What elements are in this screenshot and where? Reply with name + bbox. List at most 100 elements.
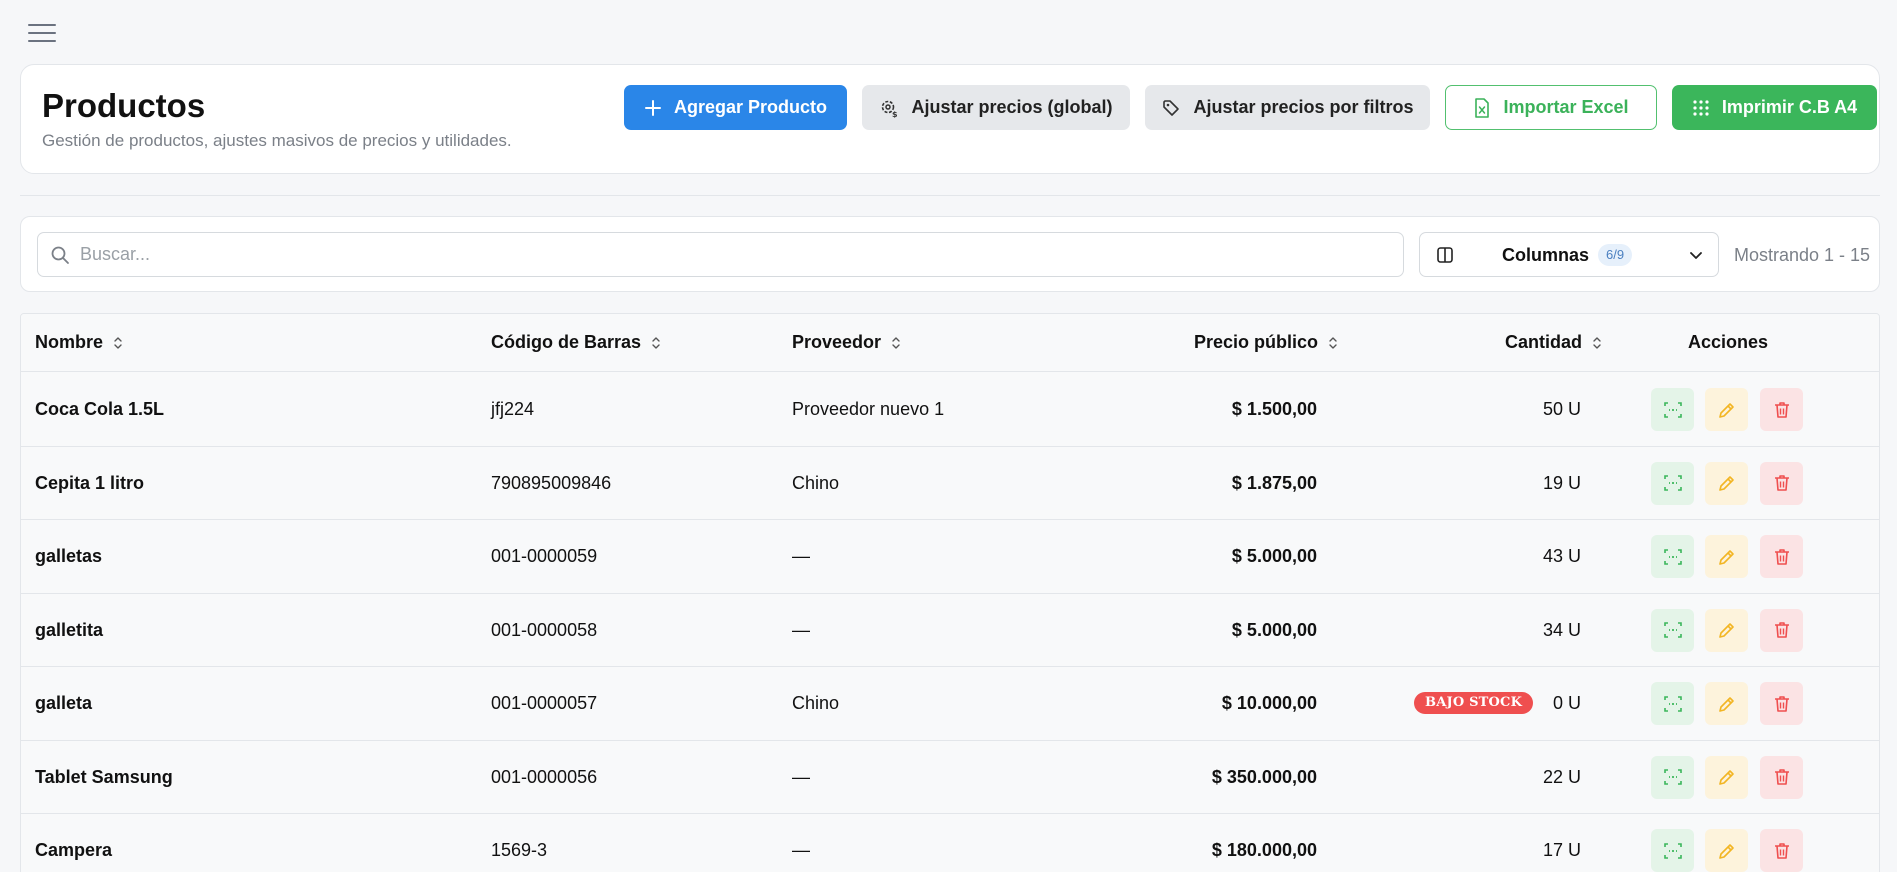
sort-icon: [1329, 336, 1337, 349]
product-quantity: 17 U: [1542, 840, 1581, 860]
print-barcodes-button[interactable]: Imprimir C.B A4: [1672, 85, 1877, 130]
barcode-button[interactable]: [1651, 682, 1694, 725]
page-header: Productos Gestión de productos, ajustes …: [20, 64, 1880, 174]
svg-text:$: $: [892, 110, 898, 118]
table-row: Tablet Samsung 001-0000056 — $ 350.000,00 22…: [21, 740, 1879, 814]
columns-count-badge: 6/9: [1598, 244, 1633, 266]
trash-icon: [1774, 842, 1789, 859]
columns-icon: [1437, 247, 1453, 263]
sort-icon: [892, 336, 900, 349]
plus-icon: [644, 99, 661, 116]
pencil-icon: [1718, 476, 1734, 491]
adjust-prices-filters-label: Ajustar precios por filtros: [1193, 97, 1414, 117]
add-product-button[interactable]: Agregar Producto: [624, 85, 847, 130]
column-header-quantity[interactable]: Cantidad: [1451, 332, 1602, 353]
column-header-label: Cantidad: [1504, 332, 1582, 352]
trash-icon: [1774, 548, 1789, 565]
page-subtitle: Gestión de productos, ajustes masivos de…: [42, 131, 512, 150]
column-header-barcode[interactable]: Código de Barras: [491, 332, 661, 353]
barcode-scan-icon: [1663, 842, 1682, 859]
barcode-button[interactable]: [1651, 755, 1694, 799]
column-header-price[interactable]: Precio público: [1151, 332, 1338, 353]
column-header-actions: Acciones: [1688, 332, 1768, 353]
column-header-provider[interactable]: Proveedor: [792, 332, 901, 353]
search-box[interactable]: [37, 232, 1404, 277]
delete-button[interactable]: [1760, 608, 1803, 652]
pencil-icon: [1718, 402, 1734, 418]
chevron-down-icon: [1690, 252, 1702, 259]
trash-icon: [1774, 695, 1789, 712]
product-provider: —: [792, 840, 810, 860]
pencil-icon: [1718, 696, 1734, 712]
delete-button[interactable]: [1760, 388, 1803, 431]
barcode-scan-icon: [1663, 769, 1682, 785]
adjust-prices-global-button[interactable]: $ Ajustar precios (global): [862, 85, 1130, 130]
product-price: $ 1.500,00: [1231, 399, 1317, 419]
column-header-name[interactable]: Nombre: [35, 332, 123, 353]
product-price: $ 350.000,00: [1211, 766, 1317, 787]
delete-button[interactable]: [1760, 461, 1803, 505]
pencil-icon: [1718, 623, 1734, 638]
columns-label: Columnas: [1502, 245, 1590, 265]
grid-icon: [1693, 99, 1709, 116]
product-provider: Chino: [792, 472, 840, 493]
product-quantity: 22 U: [1542, 766, 1581, 787]
column-header-label: Precio público: [1193, 332, 1318, 352]
table-row: galletita 001-0000058 — $ 5.000,00 34 U: [21, 593, 1879, 667]
search-input[interactable]: [80, 244, 1403, 265]
delete-button[interactable]: [1760, 682, 1803, 725]
product-provider: —: [792, 619, 810, 640]
edit-button[interactable]: [1705, 388, 1748, 431]
edit-button[interactable]: [1705, 829, 1748, 872]
product-barcode: 001-0000059: [491, 546, 598, 566]
product-quantity: 50 U: [1542, 399, 1581, 419]
pagination-info: Mostrando 1 - 15: [1734, 245, 1871, 265]
product-price: $ 5.000,00: [1231, 546, 1317, 566]
barcode-button[interactable]: [1651, 461, 1694, 505]
product-barcode: 001-0000058: [491, 619, 598, 640]
delete-button[interactable]: [1760, 829, 1803, 872]
menu-icon[interactable]: [28, 24, 56, 46]
table-row: galleta 001-0000057 Chino $ 10.000,00 BAJO S…: [21, 667, 1879, 741]
delete-button[interactable]: [1760, 755, 1803, 799]
column-header-label: Acciones: [1688, 332, 1769, 352]
product-name: Cepita 1 litro: [35, 472, 145, 493]
product-name: galletas: [35, 546, 103, 566]
table-toolbar: Columnas 6/9 Mostrando 1 - 15: [20, 216, 1880, 292]
barcode-button[interactable]: [1651, 535, 1694, 578]
product-barcode: 001-0000057: [491, 693, 598, 713]
product-provider: Chino: [792, 693, 840, 713]
pencil-icon: [1718, 770, 1734, 785]
barcode-button[interactable]: [1651, 608, 1694, 652]
product-quantity: 34 U: [1542, 619, 1581, 640]
products-table: Nombre Código de Barras Proveedor Precio…: [20, 313, 1880, 872]
edit-button[interactable]: [1705, 755, 1748, 799]
column-header-label: Proveedor: [792, 332, 882, 352]
product-name: Campera: [35, 840, 113, 860]
delete-button[interactable]: [1760, 535, 1803, 578]
trash-icon: [1774, 401, 1789, 418]
import-excel-button[interactable]: Importar Excel: [1445, 85, 1657, 130]
column-header-label: Código de Barras: [491, 332, 642, 352]
product-price: $ 10.000,00: [1221, 693, 1317, 713]
adjust-prices-global-label: Ajustar precios (global): [911, 97, 1113, 117]
tag-icon: [1163, 99, 1180, 116]
barcode-button[interactable]: [1651, 829, 1694, 872]
product-name: Tablet Samsung: [35, 766, 173, 787]
table-header: Nombre Código de Barras Proveedor Precio…: [21, 314, 1879, 372]
table-row: Cepita 1 litro 790895009846 Chino $ 1.875,0…: [21, 446, 1879, 520]
adjust-prices-filters-button[interactable]: Ajustar precios por filtros: [1145, 85, 1430, 130]
edit-button[interactable]: [1705, 535, 1748, 578]
edit-button[interactable]: [1705, 608, 1748, 652]
barcode-scan-icon: [1663, 695, 1682, 712]
product-price: $ 1.875,00: [1231, 472, 1317, 493]
gear-dollar-icon: $: [882, 100, 898, 118]
barcode-button[interactable]: [1651, 388, 1694, 431]
edit-button[interactable]: [1705, 682, 1748, 725]
pencil-icon: [1718, 549, 1734, 565]
columns-dropdown[interactable]: Columnas 6/9: [1419, 232, 1719, 277]
product-barcode: 790895009846: [491, 472, 612, 493]
excel-file-icon: [1475, 97, 1490, 118]
edit-button[interactable]: [1705, 461, 1748, 505]
column-header-label: Nombre: [35, 332, 104, 352]
